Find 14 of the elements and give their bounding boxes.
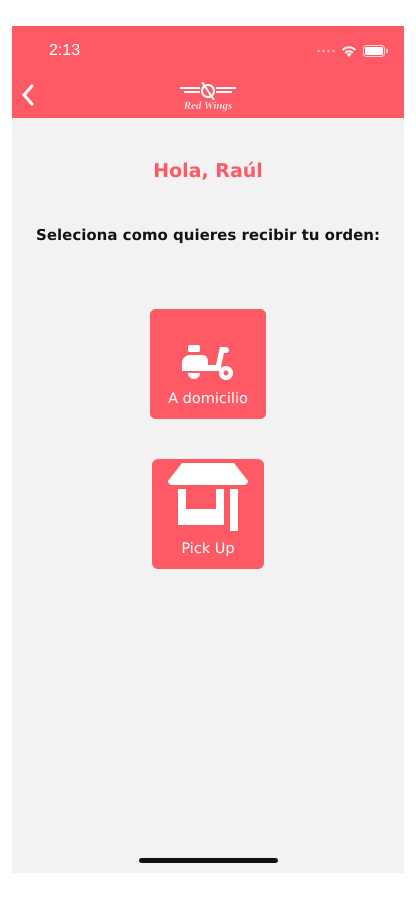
- storefront-icon: [168, 463, 248, 533]
- delivery-option-button[interactable]: Pick Up: [152, 459, 264, 569]
- wifi-icon: [341, 45, 357, 57]
- battery-icon: [363, 45, 388, 57]
- scooter-icon: [180, 343, 236, 383]
- prompt-text: Seleciona como quieres recibir tu orden:: [36, 226, 380, 244]
- logo-text: Red Wings: [184, 100, 232, 112]
- signal-icon: [317, 49, 335, 53]
- chevron-left-icon: [22, 84, 34, 106]
- delivery-option-button[interactable]: A domicilio: [150, 309, 266, 419]
- greeting: Hola, Raúl: [153, 160, 263, 182]
- back-button[interactable]: [20, 82, 36, 108]
- winged-propeller-icon: [180, 82, 236, 100]
- status-time: 2:13: [49, 42, 80, 60]
